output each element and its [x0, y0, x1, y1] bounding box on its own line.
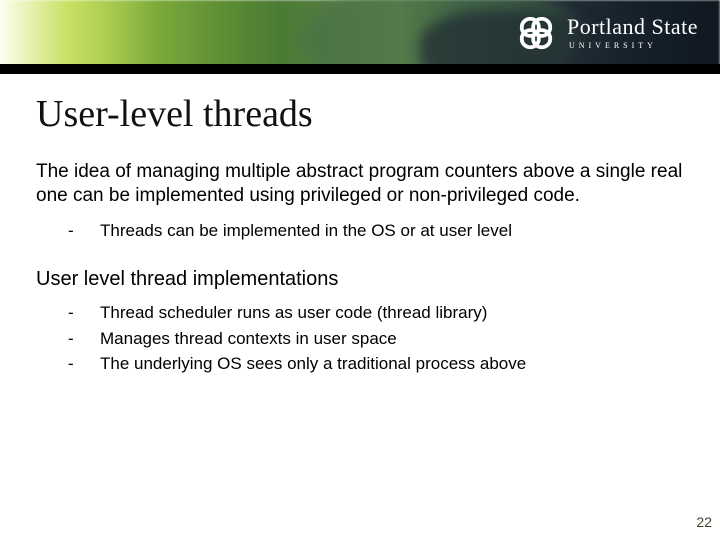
banner: Portland State UNIVERSITY: [0, 0, 720, 74]
list-item: - The underlying OS sees only a traditio…: [68, 351, 684, 377]
intro-paragraph: The idea of managing multiple abstract p…: [36, 160, 684, 208]
slide-title: User-level threads: [36, 92, 684, 136]
logo-name: Portland State: [567, 16, 698, 38]
logo-text: Portland State UNIVERSITY: [567, 16, 698, 50]
dash-icon: -: [68, 351, 78, 377]
dash-icon: -: [68, 300, 78, 326]
list-item-text: Threads can be implemented in the OS or …: [100, 218, 512, 244]
logo-subline: UNIVERSITY: [567, 42, 698, 50]
list-item-text: The underlying OS sees only a traditiona…: [100, 351, 526, 377]
slide-content: User-level threads The idea of managing …: [36, 92, 684, 401]
subheading: User level thread implementations: [36, 267, 684, 292]
bullet-list-1: - Threads can be implemented in the OS o…: [68, 218, 684, 244]
dash-icon: -: [68, 218, 78, 244]
slide: Portland State UNIVERSITY User-level thr…: [0, 0, 720, 540]
dash-icon: -: [68, 326, 78, 352]
interlock-icon: [517, 14, 555, 52]
bullet-list-2: - Thread scheduler runs as user code (th…: [68, 300, 684, 377]
list-item: - Thread scheduler runs as user code (th…: [68, 300, 684, 326]
list-item-text: Thread scheduler runs as user code (thre…: [100, 300, 487, 326]
list-item-text: Manages thread contexts in user space: [100, 326, 397, 352]
list-item: - Threads can be implemented in the OS o…: [68, 218, 684, 244]
list-item: - Manages thread contexts in user space: [68, 326, 684, 352]
page-number: 22: [696, 514, 712, 530]
university-logo: Portland State UNIVERSITY: [517, 14, 698, 52]
